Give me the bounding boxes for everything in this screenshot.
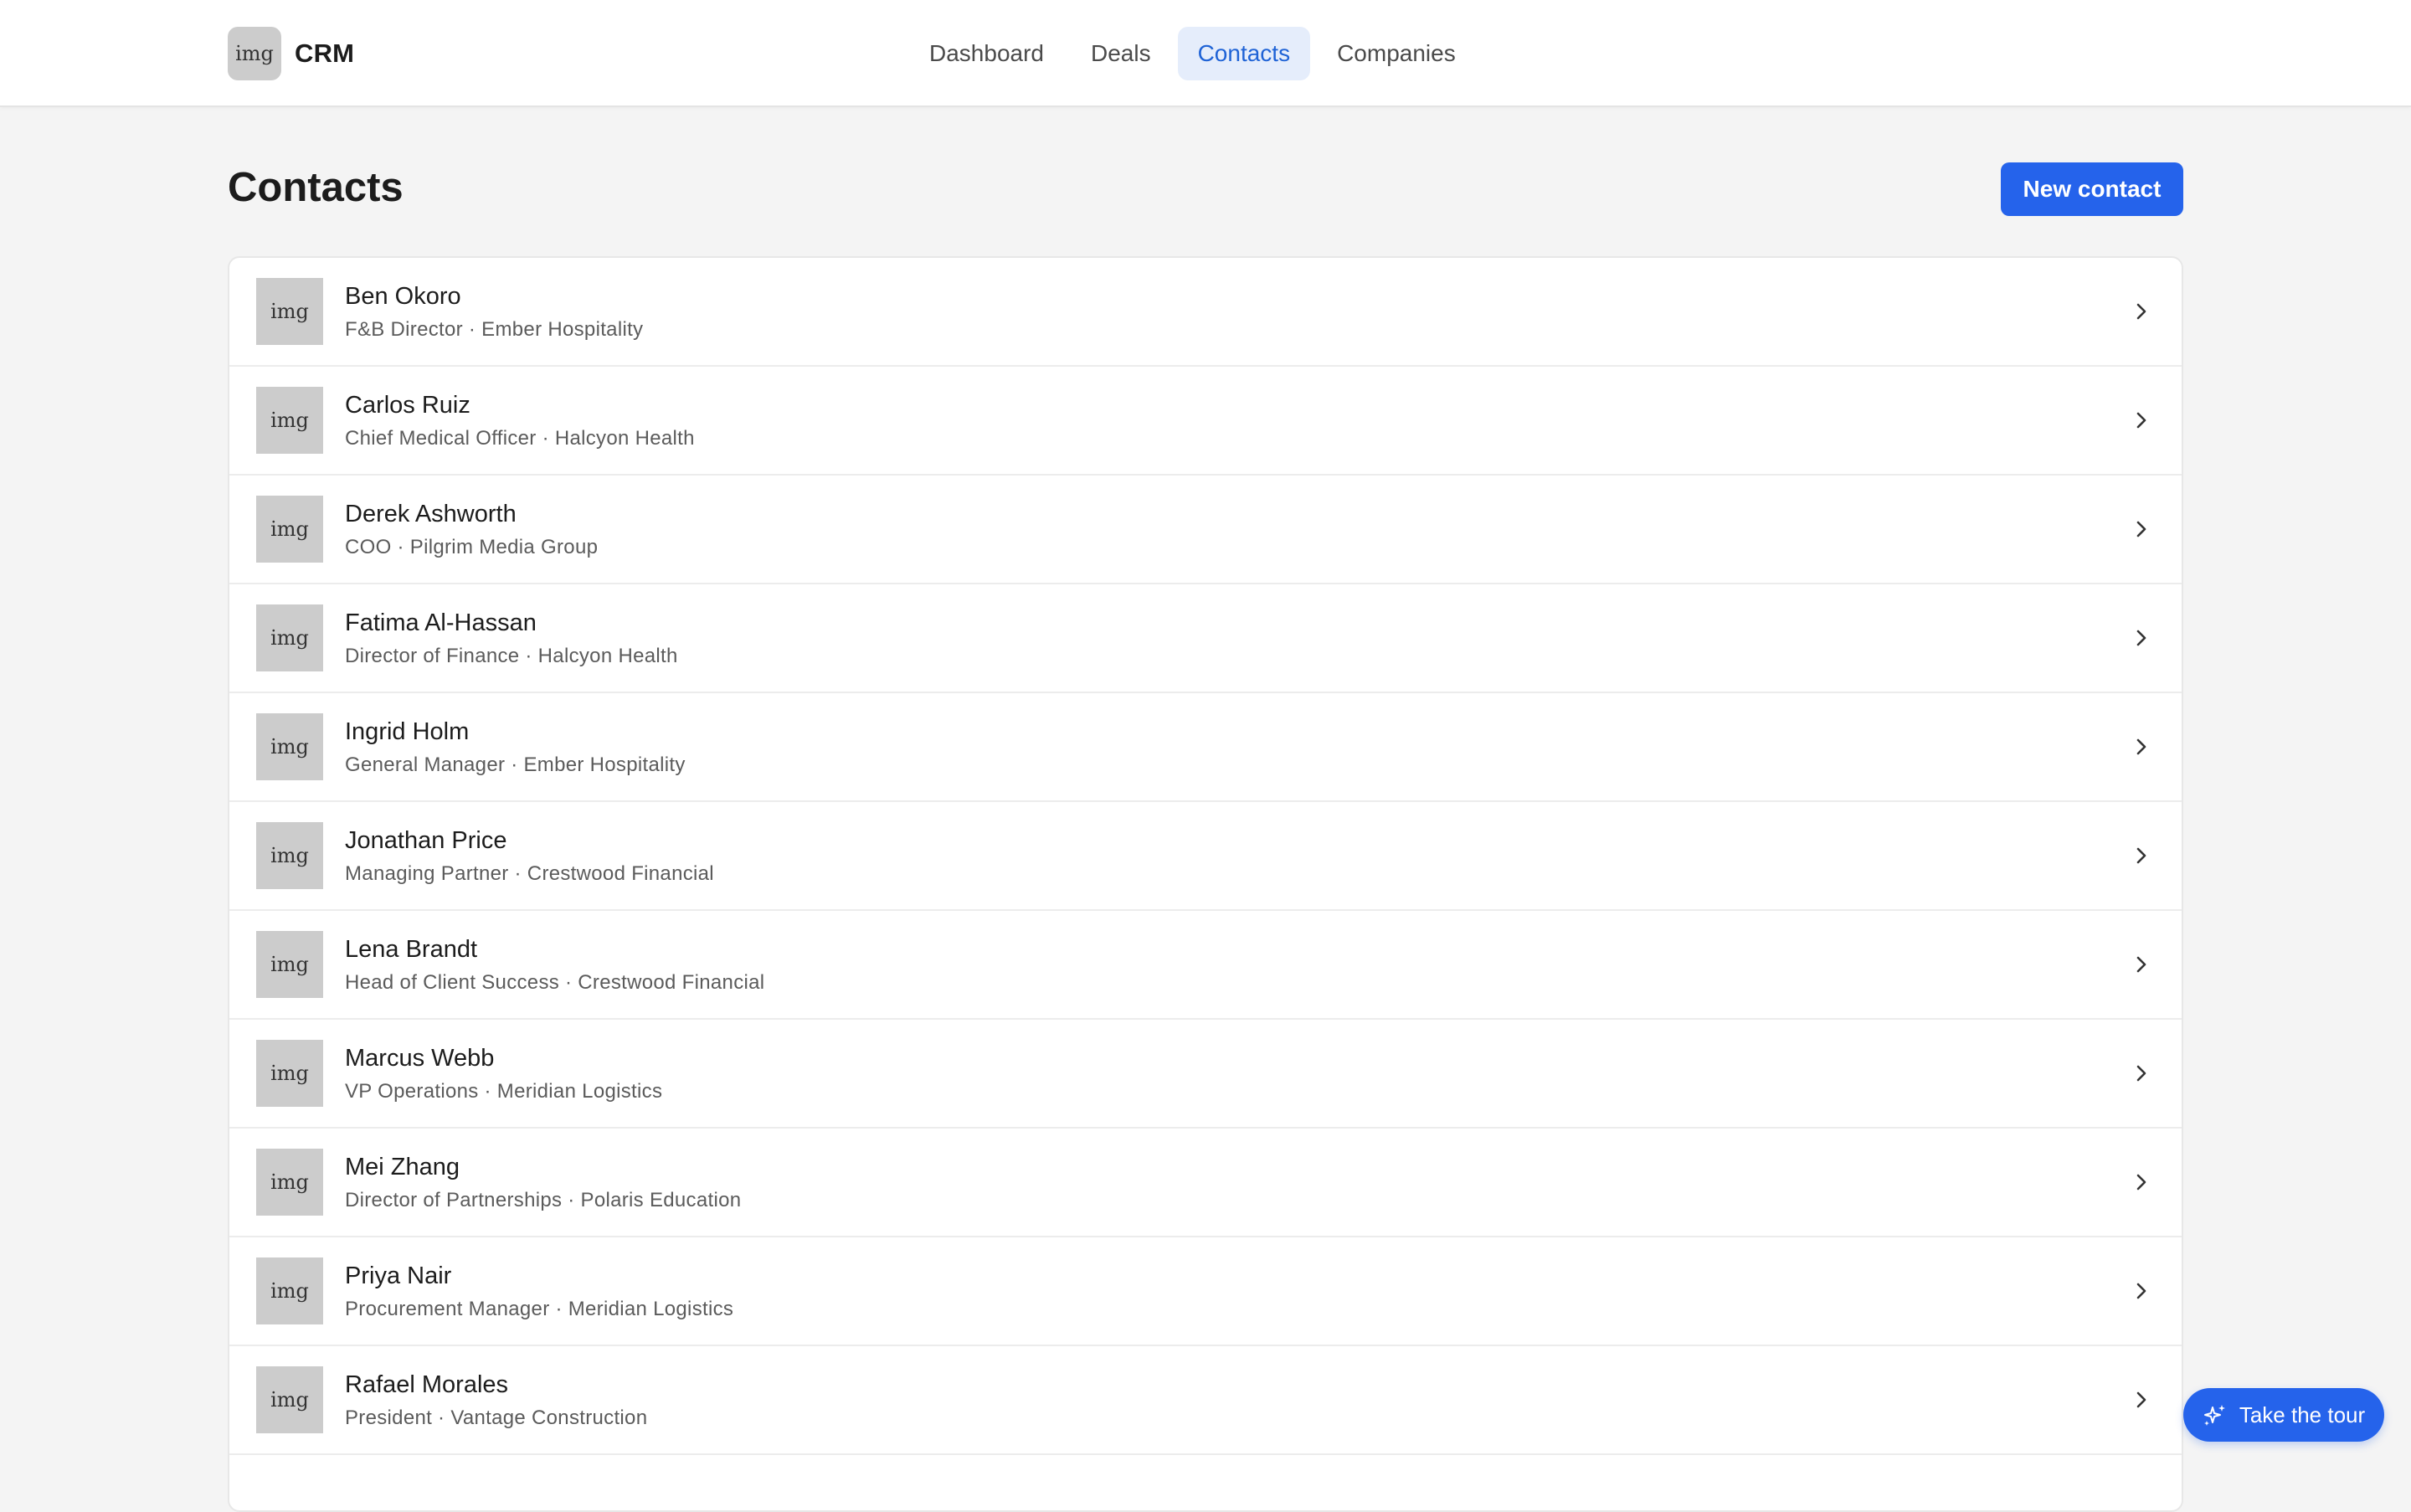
contact-row[interactable]: img Mei Zhang Director of Partnerships ·… xyxy=(229,1129,2182,1237)
chevron-right-icon xyxy=(2136,738,2146,755)
brand[interactable]: img CRM xyxy=(228,27,354,80)
contact-name: Lena Brandt xyxy=(345,936,478,963)
contact-subtitle: Managing Partner · Crestwood Financial xyxy=(345,862,714,885)
avatar: img xyxy=(256,1149,323,1216)
contact-name: Carlos Ruiz xyxy=(345,392,470,419)
contact-row[interactable]: img Jonathan Price Managing Partner · Cr… xyxy=(229,802,2182,911)
contact-subtitle: F&B Director · Ember Hospitality xyxy=(345,318,644,341)
contact-name: Ben Okoro xyxy=(345,283,461,310)
contact-subtitle: General Manager · Ember Hospitality xyxy=(345,753,686,776)
contacts-list: img Ben Okoro F&B Director · Ember Hospi… xyxy=(228,256,2183,1512)
contact-name: Marcus Webb xyxy=(345,1045,495,1072)
avatar: img xyxy=(256,604,323,671)
contact-subtitle: President · Vantage Construction xyxy=(345,1407,648,1429)
contact-name: Jonathan Price xyxy=(345,827,507,854)
contact-subtitle: Head of Client Success · Crestwood Finan… xyxy=(345,971,765,994)
contact-name: Ingrid Holm xyxy=(345,718,470,745)
avatar: img xyxy=(256,1040,323,1107)
page-title: Contacts xyxy=(228,165,404,210)
contact-row[interactable]: img Lena Brandt Head of Client Success ·… xyxy=(229,911,2182,1020)
take-tour-button[interactable]: Take the tour xyxy=(2183,1388,2384,1442)
contact-subtitle: COO · Pilgrim Media Group xyxy=(345,536,599,558)
contact-row[interactable]: img Rafael Morales President · Vantage C… xyxy=(229,1346,2182,1455)
avatar: img xyxy=(256,1366,323,1433)
app-name: CRM xyxy=(295,39,355,68)
avatar: img xyxy=(256,387,323,454)
chevron-right-icon xyxy=(2136,412,2146,429)
chevron-right-icon xyxy=(2136,956,2146,973)
contact-name: Derek Ashworth xyxy=(345,501,517,527)
chevron-right-icon xyxy=(2136,303,2146,320)
contact-subtitle: Director of Finance · Halcyon Health xyxy=(345,645,678,667)
contact-name: Fatima Al-Hassan xyxy=(345,609,537,636)
nav-item-deals[interactable]: Deals xyxy=(1071,27,1171,80)
main-nav: Dashboard Deals Contacts Companies xyxy=(909,27,1483,80)
contact-subtitle: Chief Medical Officer · Halcyon Health xyxy=(345,427,695,450)
take-tour-label: Take the tour xyxy=(2239,1401,2366,1427)
contact-row[interactable]: img Fatima Al-Hassan Director of Finance… xyxy=(229,584,2182,693)
avatar: img xyxy=(256,931,323,998)
contact-subtitle: Director of Partnerships · Polaris Educa… xyxy=(345,1189,742,1211)
contact-name: Rafael Morales xyxy=(345,1371,509,1398)
avatar: img xyxy=(256,713,323,780)
contact-name: Mei Zhang xyxy=(345,1154,460,1180)
contact-subtitle: VP Operations · Meridian Logistics xyxy=(345,1080,663,1103)
avatar: img xyxy=(256,822,323,889)
logo-image: img xyxy=(228,27,281,80)
contact-row[interactable]: img Derek Ashworth COO · Pilgrim Media G… xyxy=(229,476,2182,584)
nav-item-dashboard[interactable]: Dashboard xyxy=(909,27,1064,80)
contact-row[interactable]: img Priya Nair Procurement Manager · Mer… xyxy=(229,1237,2182,1346)
contact-row[interactable]: img Ben Okoro F&B Director · Ember Hospi… xyxy=(229,258,2182,367)
nav-item-companies[interactable]: Companies xyxy=(1317,27,1476,80)
contact-row[interactable]: img Carlos Ruiz Chief Medical Officer · … xyxy=(229,367,2182,476)
chevron-right-icon xyxy=(2136,1391,2146,1408)
sparkles-icon xyxy=(2203,1405,2225,1426)
chevron-right-icon xyxy=(2136,1283,2146,1299)
avatar: img xyxy=(256,1257,323,1324)
avatar: img xyxy=(256,278,323,345)
contact-name: Priya Nair xyxy=(345,1263,452,1289)
chevron-right-icon xyxy=(2136,521,2146,537)
chevron-right-icon xyxy=(2136,630,2146,646)
chevron-right-icon xyxy=(2136,1065,2146,1082)
contact-row[interactable]: img Ingrid Holm General Manager · Ember … xyxy=(229,693,2182,802)
chevron-right-icon xyxy=(2136,847,2146,864)
contact-row[interactable]: img Marcus Webb VP Operations · Meridian… xyxy=(229,1020,2182,1129)
new-contact-button[interactable]: New contact xyxy=(2001,162,2183,216)
chevron-right-icon xyxy=(2136,1174,2146,1191)
top-nav-bar: img CRM Dashboard Deals Contacts Compani… xyxy=(0,0,2411,107)
avatar: img xyxy=(256,496,323,563)
contact-subtitle: Procurement Manager · Meridian Logistics xyxy=(345,1298,734,1320)
nav-item-contacts[interactable]: Contacts xyxy=(1177,27,1311,80)
